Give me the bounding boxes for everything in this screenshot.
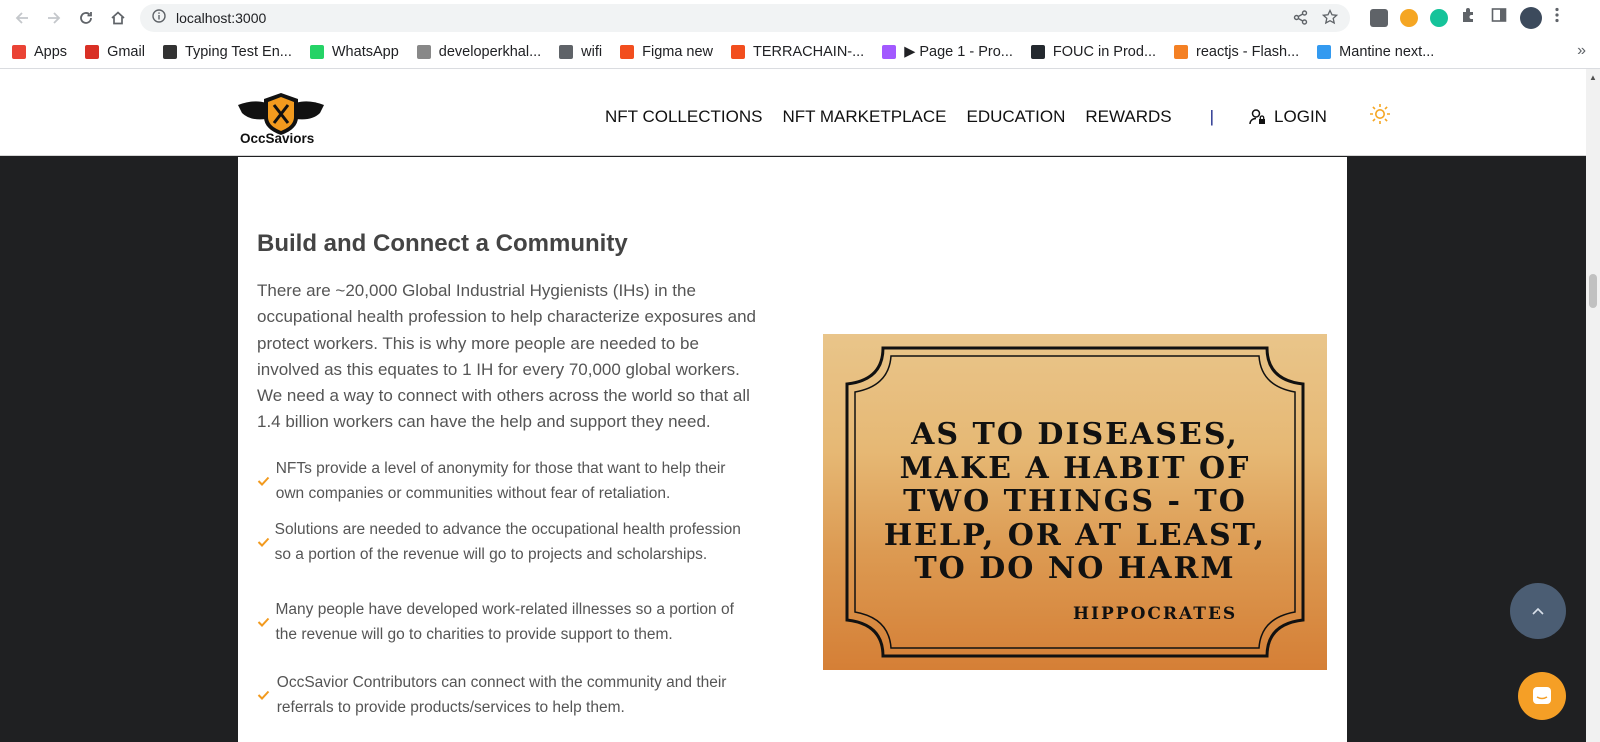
bookmark-label: developerkhal... — [438, 44, 542, 60]
bookmark-item[interactable]: Figma new — [620, 44, 713, 60]
bookmark-item[interactable]: Mantine next... — [1317, 44, 1434, 60]
login-label: LOGIN — [1274, 107, 1327, 126]
bullet-text: OccSavior Contributors can connect with … — [276, 674, 727, 716]
bookmark-item[interactable]: Apps — [12, 44, 67, 60]
section-title: Build and Connect a Community — [257, 230, 628, 257]
scrollbar-thumb[interactable] — [1589, 274, 1597, 308]
nav-link[interactable]: EDUCATION — [967, 107, 1066, 127]
quote-text: AS TO DISEASES, MAKE A HABIT OF TWO THIN… — [883, 417, 1267, 586]
checkmark-icon — [257, 473, 276, 491]
home-icon[interactable] — [102, 2, 134, 34]
bookmark-label: Mantine next... — [1339, 44, 1435, 60]
bookmark-label: WhatsApp — [331, 44, 399, 60]
checkmark-icon — [257, 614, 275, 632]
theme-toggle-sun-icon[interactable] — [1369, 103, 1391, 131]
url-text: localhost:3000 — [176, 10, 267, 26]
nav-link[interactable]: NFT MARKETPLACE — [782, 107, 946, 127]
bookmark-item[interactable]: developerkhal... — [416, 44, 542, 60]
back-icon[interactable] — [6, 2, 38, 34]
address-bar[interactable]: localhost:3000 — [140, 4, 1350, 32]
forward-icon[interactable] — [38, 2, 70, 34]
site-info-icon[interactable] — [152, 8, 166, 28]
bookmark-item[interactable]: ▶ Page 1 - Pro... — [882, 44, 1013, 60]
chrome-menu-icon[interactable] — [1554, 6, 1560, 29]
bookmark-favicon-icon — [731, 45, 746, 59]
extension-grammarly-icon[interactable] — [1400, 8, 1418, 27]
bullet-text: Solutions are needed to advance the occu… — [274, 521, 741, 563]
bookmark-label: Typing Test En... — [184, 44, 292, 60]
extension-screen-icon[interactable] — [1370, 8, 1388, 27]
bookmark-item[interactable]: TERRACHAIN-... — [731, 44, 864, 60]
login-link[interactable]: LOGIN — [1248, 107, 1327, 127]
bookmark-item[interactable]: wifi — [559, 44, 602, 60]
bookmark-favicon-icon — [1030, 45, 1045, 59]
bookmarks-overflow-button[interactable]: » — [1577, 42, 1586, 60]
chevron-up-icon — [1532, 607, 1544, 615]
checkmark-icon — [257, 534, 275, 552]
side-panel-icon[interactable] — [1490, 6, 1508, 29]
bookmark-label: TERRACHAIN-... — [753, 44, 865, 60]
content-card: Build and Connect a Community There are … — [238, 157, 1347, 742]
share-icon[interactable] — [1293, 9, 1308, 30]
user-lock-icon — [1249, 109, 1266, 125]
bookmark-item[interactable]: FOUC in Prod... — [1030, 44, 1157, 60]
extension-green-icon[interactable] — [1430, 8, 1448, 27]
bookmark-favicon-icon — [416, 45, 431, 59]
logo-wordmark[interactable]: OccSaviors — [240, 131, 314, 146]
nav-separator: | — [1209, 107, 1215, 126]
bookmark-favicon-icon — [12, 45, 26, 59]
bookmark-favicon-icon — [162, 45, 177, 59]
scroll-up-arrow-icon[interactable]: ▲ — [1589, 73, 1597, 82]
nav-link[interactable]: REWARDS — [1085, 107, 1171, 127]
bookmark-favicon-icon — [882, 45, 897, 59]
bookmarks-bar: Apps Gmail Typing Test En... WhatsApp develo… — [0, 36, 1600, 69]
page-scrollbar[interactable]: ▲ — [1586, 69, 1600, 742]
bullet-item: Many people have developed work-related … — [257, 598, 757, 647]
bookmark-label: Gmail — [107, 44, 145, 60]
checkmark-icon — [257, 687, 277, 705]
browser-toolbar: localhost:3000 — [0, 0, 1600, 36]
section-intro: There are ~20,000 Global Industrial Hygi… — [257, 281, 756, 432]
extensions-puzzle-icon[interactable] — [1460, 6, 1478, 29]
bullet-item: Solutions are needed to advance the occu… — [257, 518, 757, 567]
bookmark-favicon-icon — [1317, 45, 1332, 59]
bookmark-label: Figma new — [642, 44, 714, 60]
bookmark-item[interactable]: reactjs - Flash... — [1174, 44, 1299, 60]
bullet-text: NFTs provide a level of anonymity for th… — [275, 460, 726, 502]
bullet-text: Many people have developed work-related … — [275, 601, 734, 643]
reload-icon[interactable] — [70, 2, 102, 34]
bookmark-label: ▶ Page 1 - Pro... — [904, 44, 1013, 60]
quote-author: HIPPOCRATES — [1073, 604, 1238, 624]
bookmark-favicon-icon — [1174, 45, 1189, 59]
page-viewport: OccSaviors NFT COLLECTIONS NFT MARKETPLAC… — [0, 69, 1586, 742]
bookmark-item[interactable]: Typing Test En... — [162, 44, 292, 60]
bookmark-star-icon[interactable] — [1321, 8, 1339, 30]
nav-link[interactable]: NFT COLLECTIONS — [605, 107, 762, 127]
bookmark-label: wifi — [581, 44, 603, 60]
main-nav: NFT COLLECTIONS NFT MARKETPLACE EDUCATION R… — [605, 103, 1391, 131]
profile-avatar[interactable] — [1520, 6, 1542, 29]
bookmark-label: Apps — [34, 44, 68, 60]
bookmark-item[interactable]: WhatsApp — [309, 44, 399, 60]
bookmark-favicon-icon — [85, 45, 100, 59]
chat-icon — [1533, 687, 1551, 704]
bookmark-item[interactable]: Gmail — [85, 44, 145, 60]
scroll-to-top-button[interactable] — [1510, 583, 1566, 639]
bookmark-favicon-icon — [309, 45, 324, 59]
bookmark-label: FOUC in Prod... — [1052, 44, 1157, 60]
bookmark-label: reactjs - Flash... — [1196, 44, 1300, 60]
quote-image: AS TO DISEASES, MAKE A HABIT OF TWO THIN… — [823, 334, 1327, 670]
bookmark-favicon-icon — [620, 45, 635, 59]
chat-widget-button[interactable] — [1518, 672, 1566, 720]
site-header: OccSaviors NFT COLLECTIONS NFT MARKETPLAC… — [0, 69, 1586, 156]
bullet-item: OccSavior Contributors can connect with … — [257, 671, 757, 720]
bullet-item: NFTs provide a level of anonymity for th… — [257, 457, 757, 506]
bookmark-favicon-icon — [559, 45, 574, 59]
